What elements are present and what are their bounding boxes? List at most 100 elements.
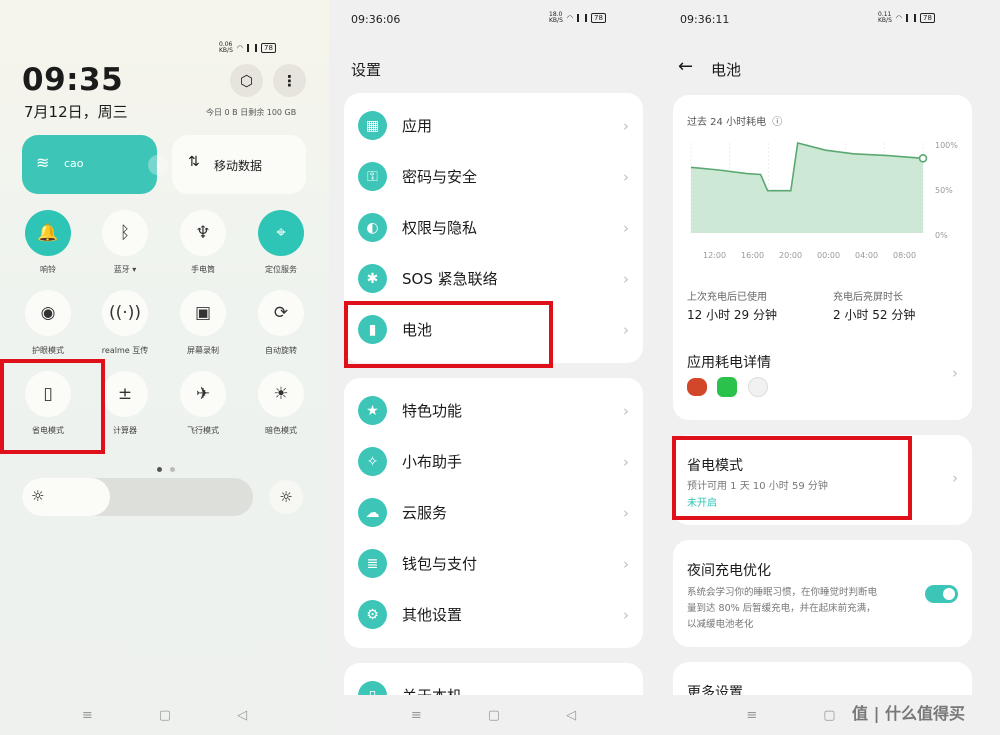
share-icon: ((·)) (109, 303, 141, 323)
chevron-right-icon: › (623, 452, 629, 471)
cloud-icon: ☁ (358, 498, 387, 527)
chevron-right-icon: › (952, 469, 958, 487)
y-tick: 50% (935, 186, 953, 195)
auto-brightness-button[interactable]: ☼ (269, 480, 303, 514)
menu-icon[interactable]: ≡ (746, 708, 757, 723)
battery-icon: 78 (591, 13, 606, 23)
flashlight-toggle[interactable]: ♆ (180, 210, 226, 256)
assistant-icon: ✧ (358, 447, 387, 476)
star-icon: ★ (358, 396, 387, 425)
eye-comfort-toggle[interactable]: ◉ (25, 290, 71, 336)
bluetooth-toggle[interactable]: ᛒ (102, 210, 148, 256)
item-label: SOS 紧急联络 (402, 270, 498, 288)
more-icon: ⋮ (282, 71, 297, 90)
eye-icon: ◉ (40, 303, 56, 323)
dark-mode-toggle[interactable]: ☀ (258, 371, 304, 417)
realme-share-toggle[interactable]: ((·)) (102, 290, 148, 336)
network-speed: 18.0 KB/S (549, 11, 563, 24)
night-charge-toggle[interactable] (925, 585, 958, 603)
chart-area (691, 143, 923, 233)
home-icon[interactable]: ▢ (488, 708, 500, 723)
privacy-icon: ◐ (358, 213, 387, 242)
signal-icon (247, 44, 257, 52)
app-icon-game (687, 378, 707, 396)
brightness-slider[interactable]: ☼ (22, 478, 253, 516)
item-label: 权限与隐私 (402, 219, 478, 237)
night-charge-desc: 以减缓电池老化 (687, 619, 754, 630)
record-icon: ▣ (194, 303, 212, 323)
chevron-right-icon: › (623, 554, 629, 573)
settings-item-privacy[interactable]: ◐ 权限与隐私 › (344, 202, 643, 253)
settings-item-assistant[interactable]: ✧ 小布助手 › (344, 436, 643, 487)
chevron-right-icon: › (623, 116, 629, 135)
highlight-box (672, 436, 912, 520)
wifi-icon: ◠ (566, 14, 573, 22)
x-tick: 20:00 (779, 251, 802, 260)
item-label: 小布助手 (402, 453, 463, 471)
settings-button[interactable]: ⬡ (230, 64, 263, 97)
tile-label: 手电筒 (191, 265, 215, 274)
mobile-data-tile[interactable]: ⇅ 移动数据 (172, 135, 306, 194)
back-arrow-icon[interactable]: ← (678, 56, 693, 77)
item-label: 其他设置 (402, 606, 463, 624)
x-tick: 16:00 (741, 251, 764, 260)
key-icon: ⚿ (358, 162, 387, 191)
home-icon[interactable]: ▢ (823, 708, 835, 723)
settings-item-other[interactable]: ⚙ 其他设置 › (344, 589, 643, 640)
highlight-box (344, 301, 553, 368)
wifi-icon: ◠ (895, 14, 902, 22)
status-bar: 0.06 KB/S ◠ 78 (219, 42, 276, 54)
app-usage-link[interactable]: 应用耗电详情 › (673, 345, 972, 405)
tile-label: 定位服务 (265, 265, 297, 274)
menu-icon[interactable]: ≡ (411, 708, 422, 723)
mobile-data-label: 移动数据 (214, 159, 263, 173)
battery-panel: 09:36:11 0.11 KB/S ◠ 78 ← 电池 过去 24 小时耗电 … (658, 0, 1000, 735)
item-label: 钱包与支付 (402, 555, 478, 573)
item-label: 特色功能 (402, 402, 463, 420)
back-icon[interactable]: ◁ (237, 708, 247, 723)
airplane-toggle[interactable]: ✈ (180, 371, 226, 417)
dark-mode-icon: ☀ (273, 384, 289, 404)
wifi-tile[interactable]: ≋ cao › (22, 135, 168, 194)
settings-item-cloud[interactable]: ☁ 云服务 › (344, 487, 643, 538)
more-button[interactable]: ⋮ (273, 64, 306, 97)
item-label: 应用 (402, 117, 433, 135)
y-tick: 0% (935, 231, 948, 240)
data-usage: 今日 0 B 日剩余 100 GB (206, 108, 297, 117)
battery-icon: 78 (920, 13, 935, 23)
last-charge-value: 12 小时 29 分钟 (687, 308, 777, 322)
home-icon[interactable]: ▢ (159, 708, 171, 723)
auto-rotate-toggle[interactable]: ⟳ (258, 290, 304, 336)
auto-brightness-icon: ☼ (279, 488, 293, 506)
watermark: 值 | 什么值得买 (848, 698, 969, 726)
screen-time-label: 充电后亮屏时长 (833, 292, 903, 303)
chart-end-point (918, 153, 928, 163)
settings-item-features[interactable]: ★ 特色功能 › (344, 385, 643, 436)
wifi-icon: ≋ (36, 153, 50, 172)
ring-toggle[interactable]: 🔔 (25, 210, 71, 256)
page-title: 电池 (711, 61, 742, 79)
chevron-right-icon[interactable]: › (148, 155, 168, 175)
status-time: 09:36:06 (351, 13, 401, 26)
apps-icon: ▦ (358, 111, 387, 140)
calculator-toggle[interactable]: ± (102, 371, 148, 417)
tile-label: 响铃 (40, 265, 56, 274)
status-bar: 18.0 KB/S ◠ 78 (549, 12, 606, 24)
status-bar: 0.11 KB/S ◠ 78 (878, 12, 935, 24)
page-indicator (157, 457, 176, 476)
tile-label: 蓝牙 ▾ (113, 265, 137, 274)
item-label: 密码与安全 (402, 168, 478, 186)
screen-record-toggle[interactable]: ▣ (180, 290, 226, 336)
app-icon-wechat (717, 377, 737, 397)
bell-icon: 🔔 (37, 223, 59, 243)
settings-item-sos[interactable]: ✱ SOS 紧急联络 › (344, 253, 643, 304)
chevron-right-icon: › (623, 605, 629, 624)
menu-icon[interactable]: ≡ (82, 708, 93, 723)
settings-item-security[interactable]: ⚿ 密码与安全 › (344, 151, 643, 202)
location-toggle[interactable]: ⌖ (258, 210, 304, 256)
settings-item-wallet[interactable]: ≣ 钱包与支付 › (344, 538, 643, 589)
back-icon[interactable]: ◁ (566, 708, 576, 723)
highlight-box (0, 359, 105, 454)
settings-item-apps[interactable]: ▦ 应用 › (344, 100, 643, 151)
location-icon: ⌖ (276, 223, 286, 243)
